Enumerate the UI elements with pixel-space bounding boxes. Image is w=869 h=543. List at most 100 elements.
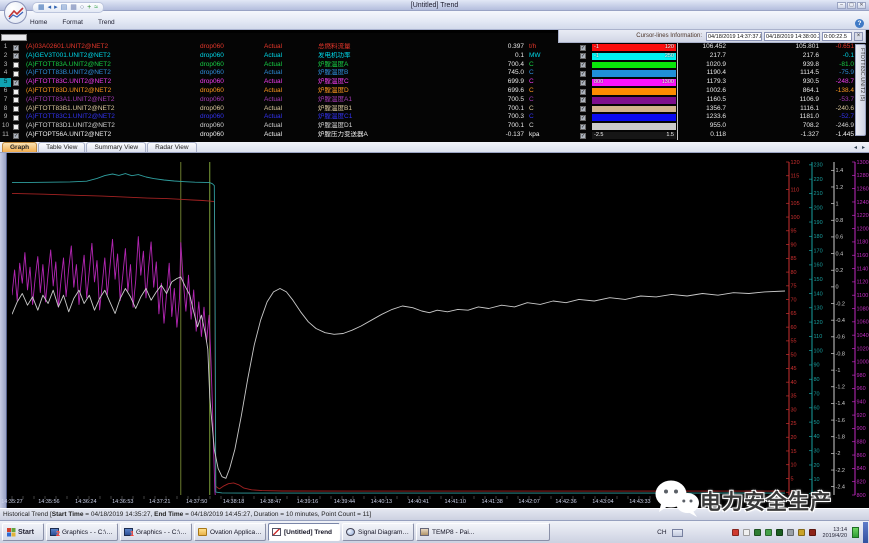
visibility-checkbox[interactable] [13, 45, 19, 51]
row-number: 9 [0, 113, 11, 122]
svg-text:105: 105 [791, 201, 800, 207]
table-row[interactable]: 5(A)FTOTT83C.UNIT2@NET2drop060Actual炉膛温度… [0, 78, 856, 87]
delta-value: -248.7 [814, 78, 854, 87]
units-label: C [529, 113, 559, 122]
trend-graph-panel: 1201151101051009590858075706560555045403… [0, 153, 869, 508]
visibility-checkbox[interactable] [13, 133, 19, 139]
zoom-icon[interactable]: ○ [80, 3, 84, 12]
tray-red-icon[interactable] [732, 529, 739, 536]
watermark: 电力安全生产 [654, 479, 832, 522]
visibility-checkbox[interactable] [13, 80, 19, 86]
table-row[interactable]: 1(A)03A02601.UNIT2@NET2drop060Actual总燃料流… [0, 43, 856, 52]
export-icon[interactable]: ▤ [61, 3, 68, 12]
table-row[interactable]: 3(A)FTOTT83A.UNIT2@NET2drop060Actual炉膛温度… [0, 61, 856, 70]
current-value: 700.1 [468, 105, 524, 114]
tab-radar-view[interactable]: Radar View [147, 142, 196, 152]
cursor-time-2-field[interactable]: 04/18/2019 14:38:00.300 [764, 32, 820, 41]
taskbar-button-graphics-c-ovati[interactable]: 1Graphics - - C:\Ovati... [120, 523, 192, 541]
scale-checkbox[interactable] [580, 106, 586, 112]
visibility-checkbox[interactable] [13, 97, 19, 103]
mode-label: Actual [264, 122, 316, 131]
table-row[interactable]: 10(A)FTOTT83D1.UNIT2@NET2drop060Actual炉膛… [0, 122, 856, 131]
folder-icon [198, 528, 207, 536]
menu-format[interactable]: Format [60, 19, 85, 26]
svg-text:1120: 1120 [857, 280, 869, 286]
scale-checkbox[interactable] [580, 124, 586, 130]
language-indicator[interactable]: CH [655, 529, 668, 536]
table-row[interactable]: 8(A)FTOTT83B1.UNIT2@NET2drop060Actual炉膛温… [0, 105, 856, 114]
tray-gray-icon[interactable] [787, 529, 794, 536]
tab-table-view[interactable]: Table View [38, 142, 85, 152]
tab-graph[interactable]: Graph [2, 142, 37, 152]
grid-icon[interactable]: ▦ [70, 3, 77, 12]
drop-name: drop060 [200, 113, 262, 122]
tray-yellow-icon[interactable] [798, 529, 805, 536]
tray-green-icon[interactable] [765, 529, 772, 536]
scale-checkbox[interactable] [580, 62, 586, 68]
svg-text:150: 150 [814, 277, 823, 283]
scale-checkbox[interactable] [580, 45, 586, 51]
tab-scroll-left-icon[interactable]: ◂ [854, 144, 857, 151]
visibility-checkbox[interactable] [13, 71, 19, 77]
back-icon[interactable]: ◂ [48, 3, 52, 12]
table-row[interactable]: 9(A)FTOTT83C1.UNIT2@NET2drop060Actual炉膛温… [0, 113, 856, 122]
svg-text:100: 100 [791, 215, 800, 221]
visibility-checkbox[interactable] [13, 115, 19, 121]
tray-flag-icon[interactable] [743, 529, 750, 536]
taskbar-button-ovation-applications[interactable]: Ovation Applications [194, 523, 266, 541]
forward-icon[interactable]: ▸ [54, 3, 58, 12]
svg-text:210: 210 [814, 191, 823, 197]
svg-text:1180: 1180 [857, 240, 869, 246]
app-logo-button[interactable] [4, 1, 27, 24]
keyboard-icon[interactable] [672, 529, 683, 537]
scale-checkbox[interactable] [580, 71, 586, 77]
table-row[interactable]: 11(A)FTOPT56A.UNIT2@NET2drop060Actual炉膛压… [0, 131, 856, 140]
cursor-info-close-button[interactable]: × [854, 32, 863, 41]
add-icon[interactable]: + [87, 3, 91, 12]
menu-home[interactable]: Home [28, 19, 49, 26]
tray-green-dark-icon[interactable] [754, 529, 761, 536]
point-name: (A)03A02601.UNIT2@NET2 [26, 43, 198, 52]
delta-value: -53.7 [814, 96, 854, 105]
tab-scroll-right-icon[interactable]: ▸ [862, 144, 865, 151]
start-button[interactable]: Start [2, 523, 44, 541]
docked-panel-tab[interactable]: FTOTT83C.UNIT2 (5) [855, 44, 866, 136]
maximize-button[interactable]: ▢ [847, 2, 856, 9]
minimize-button[interactable]: – [837, 2, 846, 9]
visibility-checkbox[interactable] [13, 106, 19, 112]
taskbar-button-graphics-c-ovati[interactable]: 2Graphics - - C:\Ovati... [46, 523, 118, 541]
table-row[interactable]: 7(A)FTOTT83A1.UNIT2@NET2drop060Actual炉膛温… [0, 96, 856, 105]
cursor-time-1-field[interactable]: 04/18/2019 14:37:37.800 [706, 32, 762, 41]
menu-trend[interactable]: Trend [96, 19, 117, 26]
close-button[interactable]: ✕ [857, 2, 866, 9]
cursor2-value: 708.2 [777, 122, 819, 131]
taskbar-button-untitled-trend[interactable]: [Untitled] Trend [268, 523, 340, 541]
scale-checkbox[interactable] [580, 80, 586, 86]
cursor1-value: 1190.4 [686, 69, 726, 78]
tab-summary-view[interactable]: Summary View [86, 142, 146, 152]
trend-line-icon[interactable]: ≈ [94, 3, 98, 12]
tray-darkred-icon[interactable] [809, 529, 816, 536]
taskbar-clock: 13:14 2019/4/20 [823, 527, 847, 539]
table-row[interactable]: 2(A)GEV3T001.UNIT2@NET2drop060Actual发电机功… [0, 52, 856, 61]
visibility-checkbox[interactable] [13, 53, 19, 59]
tray-green-deep-icon[interactable] [776, 529, 783, 536]
visibility-checkbox[interactable] [13, 89, 19, 95]
scale-checkbox[interactable] [580, 89, 586, 95]
scale-checkbox[interactable] [580, 115, 586, 121]
show-desktop-icon[interactable] [852, 527, 859, 538]
chart-icon[interactable]: ▦ [38, 3, 45, 12]
visibility-checkbox[interactable] [13, 62, 19, 68]
table-row[interactable]: 6(A)FTOTT83D.UNIT2@NET2drop060Actual炉膛温度… [0, 87, 856, 96]
visibility-checkbox[interactable] [13, 124, 19, 130]
table-row[interactable]: 4(A)FTOTT83B.UNIT2@NET2drop060Actual炉膛温度… [0, 69, 856, 78]
trend-plot[interactable]: 1201151101051009590858075706560555045403… [0, 153, 869, 508]
taskbar-button-temp8-pai[interactable]: TEMP8 - Pai... [416, 523, 550, 541]
help-icon[interactable]: ? [855, 19, 864, 28]
scale-checkbox[interactable] [580, 133, 586, 139]
scale-checkbox[interactable] [580, 53, 586, 59]
point-description: 炉膛温度B1 [318, 105, 466, 114]
scale-checkbox[interactable] [580, 97, 586, 103]
taskbar-button-signal-diagram-viewe[interactable]: Signal Diagram Viewe... [342, 523, 414, 541]
cursor1-value: 217.7 [686, 52, 726, 61]
